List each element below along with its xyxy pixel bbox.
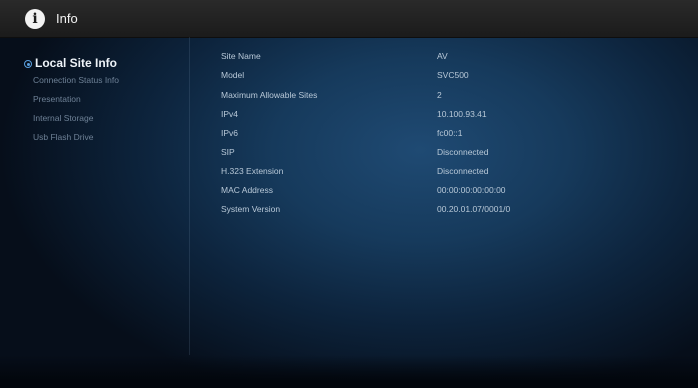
info-value-max-sites: 2 [437,90,442,100]
info-value-ipv4: 10.100.93.41 [437,109,487,119]
sidebar-item-usb-flash-drive[interactable]: Usb Flash Drive [33,132,93,142]
info-value-h323: Disconnected [437,166,489,176]
info-value-sip: Disconnected [437,147,489,157]
info-icon: i [25,9,45,29]
info-screen: i Info Local Site Info Connection Status… [0,0,698,388]
info-value-model: SVC500 [437,70,469,80]
info-label-sip: SIP [221,147,235,157]
sidebar-item-internal-storage[interactable]: Internal Storage [33,113,93,123]
sidebar-item-local-site-info[interactable]: Local Site Info [35,56,117,70]
page-title: Info [56,11,78,26]
info-label-ipv4: IPv4 [221,109,239,119]
info-label-model: Model [221,70,245,80]
info-label-max-sites: Maximum Allowable Sites [221,90,318,100]
info-value-site-name: AV [437,51,448,61]
info-label-ipv6: IPv6 [221,128,239,138]
info-value-mac-address: 00:00:00:00:00:00 [437,185,506,195]
info-label-system-version: System Version [221,204,281,214]
info-label-h323: H.323 Extension [221,166,284,176]
active-indicator-icon [24,60,32,68]
info-label-site-name: Site Name [221,51,261,61]
sidebar-item-connection-status-info[interactable]: Connection Status Info [33,75,119,85]
info-value-system-version: 00.20.01.07/0001/0 [437,204,511,214]
top-bar: i Info [0,0,698,38]
info-label-mac-address: MAC Address [221,185,273,195]
sidebar-item-presentation[interactable]: Presentation [33,94,81,104]
bottom-shade [0,355,698,388]
info-value-ipv6: fc00::1 [437,128,463,138]
